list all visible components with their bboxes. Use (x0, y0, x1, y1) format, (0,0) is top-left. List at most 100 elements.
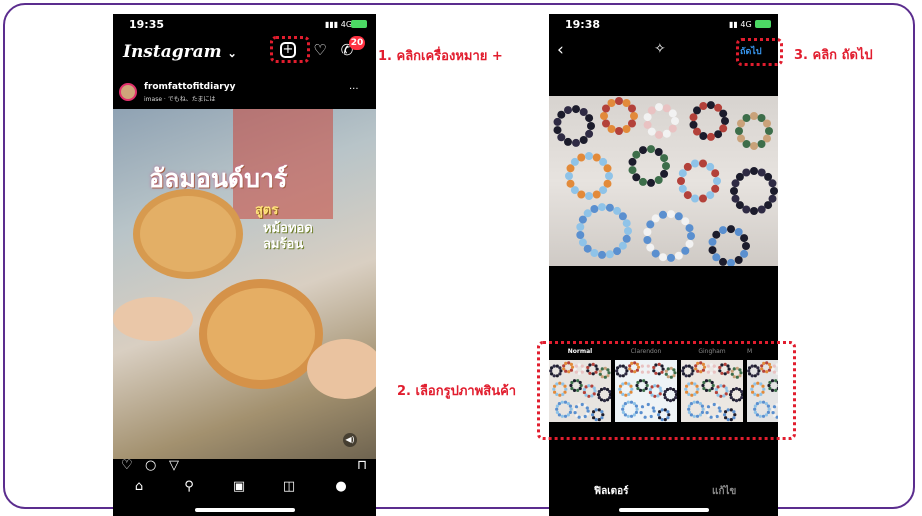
bead (598, 203, 606, 212)
bead (598, 250, 606, 259)
bead (730, 187, 738, 195)
heart-icon[interactable]: ♡ (311, 41, 329, 59)
bead (557, 110, 566, 119)
post-username[interactable]: fromfattofitdiaryy (144, 82, 235, 92)
bead (735, 127, 743, 135)
bead (618, 212, 627, 221)
bead (647, 106, 656, 115)
share-icon[interactable]: ▽ (169, 458, 179, 473)
bead (585, 129, 594, 138)
home-indicator (195, 508, 295, 512)
signal-indicator: ▮▮▮ 4G (325, 20, 353, 29)
bead (719, 226, 727, 235)
bead (655, 103, 663, 112)
bead (603, 164, 612, 173)
bead (572, 105, 580, 114)
bead (585, 152, 593, 160)
instagram-logo[interactable]: Instagram ⌄ (123, 42, 237, 62)
bead (691, 159, 699, 168)
status-time: 19:35 (129, 18, 165, 31)
bead (643, 236, 652, 244)
highlight-filter-strip (537, 341, 796, 440)
post-overlay-line3: ลมร้อน (263, 237, 304, 252)
chevron-left-icon[interactable]: ‹ (557, 40, 564, 60)
bead (578, 238, 587, 247)
avatar[interactable] (119, 83, 137, 101)
bead (678, 169, 687, 178)
search-icon[interactable]: ⚲ (179, 479, 199, 494)
bead (622, 125, 631, 133)
profile-avatar-icon[interactable]: ● (331, 479, 351, 494)
post-audio-subtitle[interactable]: imase · でもね、たまには (144, 94, 216, 103)
bead (740, 249, 749, 258)
bead (630, 112, 638, 120)
bead (721, 117, 729, 125)
bead (590, 249, 599, 257)
bead (565, 172, 573, 180)
highlight-new-post (270, 36, 310, 63)
bead (685, 224, 694, 233)
bead (699, 102, 708, 110)
comment-icon[interactable]: ○ (145, 458, 156, 473)
bead (706, 132, 715, 141)
reels-icon[interactable]: ▣ (229, 479, 249, 494)
post-image[interactable]: อัลมอนด์บาร์ สูตร หม้อทอด ลมร้อน ◀) (113, 109, 376, 459)
bead (671, 117, 679, 125)
bead (681, 246, 690, 255)
bead (706, 101, 715, 110)
bead (667, 210, 675, 219)
bead (577, 153, 586, 162)
bead (585, 192, 593, 200)
bead (763, 119, 771, 128)
bead (708, 237, 717, 246)
hand-left (113, 297, 193, 341)
highlight-next (736, 38, 783, 66)
mute-icon[interactable]: ◀) (343, 433, 357, 447)
bead (557, 133, 566, 142)
bookmark-icon[interactable]: ⊓ (357, 458, 367, 473)
bead (691, 194, 699, 203)
tab-edit[interactable]: แก้ไข (712, 484, 736, 499)
bead (566, 179, 575, 188)
battery-icon (755, 20, 771, 28)
bead (674, 212, 683, 221)
bead (719, 109, 728, 118)
bead (553, 126, 562, 135)
bead (712, 230, 721, 239)
bead (713, 177, 721, 185)
bead (750, 167, 758, 175)
bead (687, 232, 695, 240)
bead (757, 205, 766, 214)
bead (576, 231, 585, 239)
tab-filter[interactable]: ฟิลเตอร์ (594, 484, 629, 499)
bead (750, 142, 758, 150)
bead (683, 162, 692, 171)
bead (706, 162, 715, 171)
bead (699, 159, 707, 168)
annotation-step1: 1. คลิกเครื่องหมาย + (378, 49, 503, 64)
bead (632, 150, 641, 159)
home-icon[interactable]: ⌂ (129, 479, 149, 494)
bead (615, 127, 623, 135)
magic-wand-icon[interactable]: ✧ (654, 41, 666, 57)
status-time: 19:38 (565, 18, 601, 31)
bead (659, 253, 667, 262)
bead (643, 120, 652, 129)
bead (742, 114, 751, 122)
shop-icon[interactable]: ◫ (279, 479, 299, 494)
annotation-step3: 3. คลิก ถัดไป (794, 48, 873, 63)
more-options-icon[interactable]: ··· (349, 84, 359, 95)
bead (742, 242, 750, 250)
bead (651, 249, 660, 258)
bead (553, 117, 562, 126)
bead (750, 207, 758, 215)
bead (615, 97, 623, 105)
bead (646, 243, 655, 252)
like-icon[interactable]: ♡ (121, 458, 133, 473)
bead (647, 178, 655, 187)
bead (711, 184, 720, 193)
bead (683, 191, 692, 200)
bead (706, 191, 715, 200)
bead (583, 244, 592, 253)
bead (689, 113, 698, 122)
